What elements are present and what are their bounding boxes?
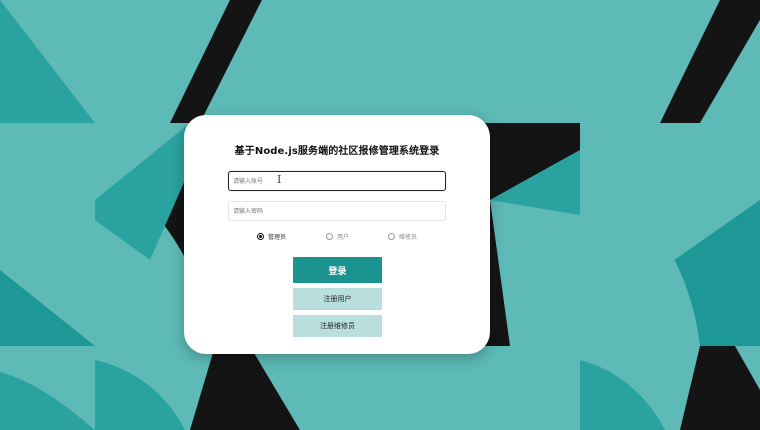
text-cursor-icon: I xyxy=(277,173,282,186)
role-label-user: 用户 xyxy=(337,234,350,241)
login-card: 基于Node.js服务端的社区报修管理系统登录 I 管理员 用户 维修员 登录 … xyxy=(184,115,490,354)
radio-unchecked-icon[interactable] xyxy=(388,233,395,240)
role-label-admin: 管理员 xyxy=(268,234,287,241)
role-radio-user[interactable]: 用户 xyxy=(326,232,349,241)
login-button[interactable]: 登录 xyxy=(293,257,382,283)
username-input[interactable] xyxy=(228,171,446,191)
password-input[interactable] xyxy=(228,201,446,221)
role-radio-repair[interactable]: 维修员 xyxy=(388,232,417,241)
radio-unchecked-icon[interactable] xyxy=(326,233,333,240)
login-title: 基于Node.js服务端的社区报修管理系统登录 xyxy=(234,146,440,157)
radio-checked-icon[interactable] xyxy=(257,233,264,240)
register-user-button[interactable]: 注册用户 xyxy=(293,288,382,310)
role-radio-admin[interactable]: 管理员 xyxy=(257,232,286,241)
role-radio-group: 管理员 用户 维修员 xyxy=(184,232,490,242)
register-repair-button[interactable]: 注册维修员 xyxy=(293,315,382,337)
role-label-repair: 维修员 xyxy=(399,234,418,241)
